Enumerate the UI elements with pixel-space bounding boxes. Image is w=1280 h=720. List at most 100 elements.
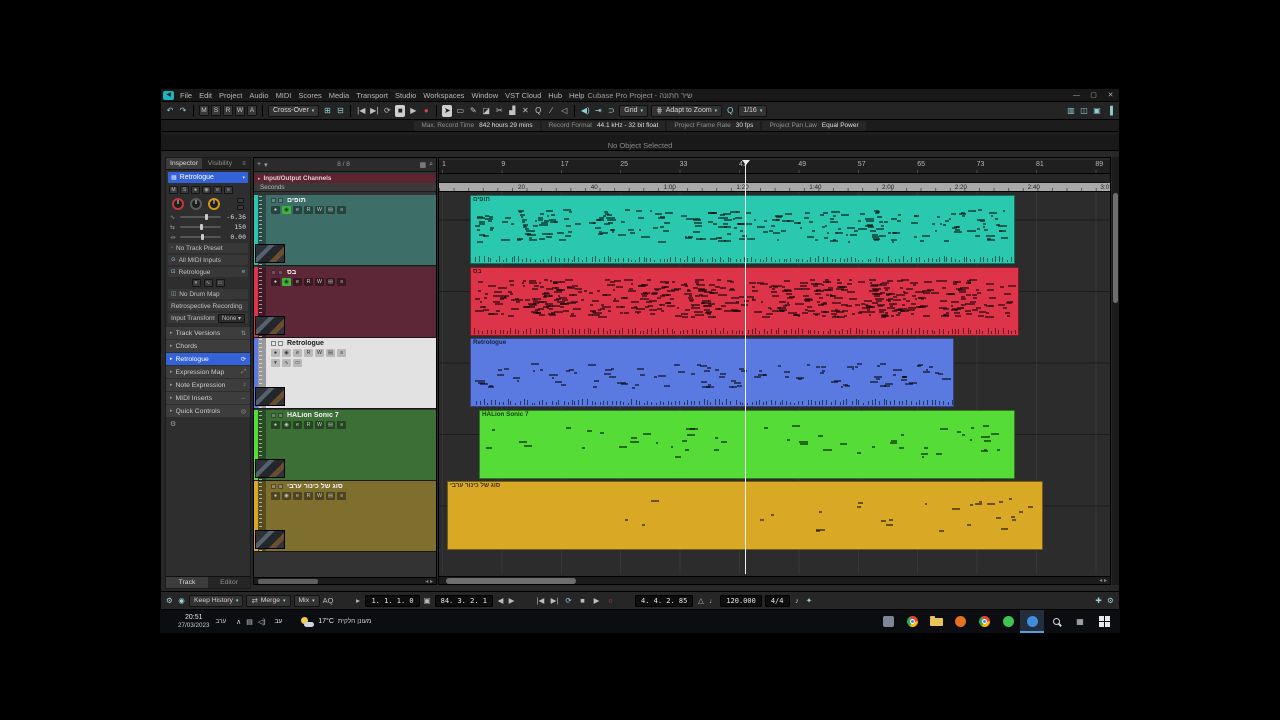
maximize-button[interactable]: ▢ — [1085, 89, 1102, 102]
grid-type-select[interactable]: Grid ▾ — [619, 104, 649, 117]
part-icon[interactable]: ▭ — [293, 359, 302, 367]
glue-tool-icon[interactable]: ▟ — [507, 105, 517, 117]
menu-file[interactable]: File — [180, 91, 192, 100]
bank-icon[interactable]: ▭ — [215, 279, 225, 287]
menu-studio[interactable]: Studio — [395, 91, 416, 100]
punch-mode-icon[interactable]: ◉ — [177, 596, 186, 605]
chrome-icon[interactable] — [972, 610, 996, 633]
line-tool-icon[interactable]: ∕ — [546, 105, 556, 117]
click-icon[interactable]: ♪ — [793, 596, 802, 605]
cycle-icon[interactable]: ⟳ — [382, 105, 392, 117]
inspector-section-midi-inserts[interactable]: ▸ MIDI Inserts → — [166, 392, 250, 404]
lock-icon[interactable]: ▣ — [423, 596, 432, 605]
snap-icon[interactable]: ⊃ — [606, 105, 616, 117]
menu-hub[interactable]: Hub — [548, 91, 562, 100]
read-icon[interactable]: R — [304, 492, 313, 500]
open-pool-icon[interactable]: ◫ — [1079, 105, 1089, 117]
monitor-icon[interactable]: ◉ — [282, 277, 291, 286]
play-icon[interactable]: ▶ — [408, 105, 418, 117]
h-zoom-icons[interactable]: ◂ ▸ — [1099, 577, 1107, 584]
marker-icon[interactable]: ⊟ — [335, 105, 345, 117]
toolbar-w-button[interactable]: W — [235, 105, 245, 116]
menu-help[interactable]: Help — [569, 91, 584, 100]
go-to-previous-marker-icon[interactable]: |◀ — [536, 596, 545, 605]
record-arm-icon[interactable]: ● — [271, 206, 280, 214]
audition-tool-icon[interactable]: ◁ — [559, 105, 569, 117]
menu-vst-cloud[interactable]: VST Cloud — [505, 91, 541, 100]
edit-channel-icon[interactable]: e — [293, 349, 302, 357]
speaker-icon[interactable]: ◀) — [580, 105, 590, 117]
undo-icon[interactable]: ↶ — [165, 105, 175, 117]
record-enable-icon[interactable]: ● — [191, 186, 200, 194]
record-arm-icon[interactable]: ● — [271, 420, 280, 429]
edge-icon[interactable] — [1020, 610, 1044, 633]
close-button[interactable]: ✕ — [1102, 89, 1119, 102]
record-icon[interactable]: ● — [421, 105, 431, 117]
midi-clip-retrologue[interactable]: Retrologue — [470, 338, 954, 407]
delay-slider[interactable] — [180, 234, 221, 240]
lane-icon[interactable]: ▤ — [326, 206, 335, 214]
inspector-section-expression-map[interactable]: ▸ Expression Map ⤢ — [166, 366, 250, 378]
menu-window[interactable]: Window — [471, 91, 498, 100]
quantize-icon[interactable]: Q — [725, 105, 735, 117]
monitor-icon[interactable]: ◉ — [202, 186, 211, 194]
language-indicator[interactable]: עב — [272, 617, 286, 626]
track-row-2[interactable]: בס ● ◉ e R W ▤ ≡ — [254, 266, 436, 338]
track-list-scrollbar[interactable]: ◂ ▸ — [254, 577, 436, 585]
tab-editor[interactable]: Editor — [208, 577, 250, 588]
go-to-start-icon[interactable]: |◀ — [356, 105, 366, 117]
bar-ruler[interactable]: 1917253341495765738189 — [439, 160, 1110, 174]
tab-visibility[interactable]: Visibility — [202, 158, 238, 169]
search-icon[interactable] — [1044, 610, 1068, 633]
right-zone-icon[interactable]: ▐ — [1105, 105, 1115, 117]
inspector-section-note-expression[interactable]: ▸ Note Expression ♪ — [166, 379, 250, 391]
go-to-end-icon[interactable]: ▶| — [369, 105, 379, 117]
erase-tool-icon[interactable]: ◪ — [481, 105, 491, 117]
instrument-thumbnail[interactable] — [255, 315, 285, 335]
menu-audio[interactable]: Audio — [249, 91, 268, 100]
info-record-format[interactable]: Record Format 44.1 kHz - 32 bit float — [541, 120, 666, 131]
midi-input-row[interactable]: ⊙ All MIDI Inputs — [168, 255, 248, 265]
record-arm-icon[interactable]: ● — [271, 349, 280, 357]
stop-icon[interactable]: ■ — [395, 104, 406, 117]
track-lock-checkbox[interactable] — [278, 341, 283, 346]
track-row-4[interactable]: HALion Sonic 7 ● ◉ e R W ▤ ≡ — [254, 409, 436, 481]
track-enable-checkbox[interactable] — [271, 341, 276, 346]
track-lock-checkbox[interactable] — [278, 198, 283, 203]
inspector-gear-icon[interactable]: ⚙ — [166, 417, 250, 431]
menu-icon[interactable]: ≡ — [337, 349, 346, 357]
info-max-record-time[interactable]: Max. Record Time 842 hours 29 mins — [414, 120, 540, 131]
lane-icon[interactable]: ▤ — [326, 492, 335, 500]
menu-transport[interactable]: Transport — [356, 91, 388, 100]
toolbar-r-button[interactable]: R — [223, 105, 233, 116]
setup-window-layout-icon[interactable]: ▥ — [1066, 105, 1076, 117]
taskbar-clock[interactable]: 20:51 27/03/2023 — [178, 614, 210, 630]
grid-zoom-select[interactable]: ⋕ Adapt to Zoom ▾ — [651, 104, 723, 117]
write-icon[interactable]: W — [315, 492, 324, 500]
retrospective-record-row[interactable]: Retrospective Recording — [168, 301, 248, 311]
file-explorer-icon[interactable] — [924, 610, 948, 633]
edit-channel-icon[interactable]: e — [293, 420, 302, 429]
toolbar-a-button[interactable]: A — [247, 105, 257, 116]
redo-icon[interactable]: ↷ — [178, 105, 188, 117]
exclusive-expanded-icon[interactable]: ⚙ — [165, 596, 174, 605]
automation-panel-icon[interactable]: ⊞ — [322, 105, 332, 117]
volume-icon[interactable]: ◁) — [258, 618, 266, 626]
menu-midi[interactable]: MIDI — [276, 91, 292, 100]
quantize-select[interactable]: 1/16 ▾ — [738, 104, 768, 117]
locator-duration-display[interactable]: 4. 4. 2. 85 — [634, 594, 694, 607]
secondary-position-display[interactable]: 84. 3. 2. 1 — [434, 594, 493, 607]
track-lock-checkbox[interactable] — [278, 412, 283, 418]
history-select[interactable]: Keep History ▾ — [189, 594, 244, 607]
menu-icon[interactable]: ≡ — [337, 420, 346, 429]
menu-edit[interactable]: Edit — [199, 91, 212, 100]
pan-slider[interactable] — [180, 224, 221, 230]
write-icon[interactable]: W — [315, 277, 324, 286]
edit-channel-icon[interactable]: e — [293, 492, 302, 500]
track-row-5[interactable]: סוג של כינור ערבי ● ◉ e R W ▤ ≡ — [254, 481, 436, 552]
menu-workspaces[interactable]: Workspaces — [423, 91, 464, 100]
taskbar-weather[interactable]: 17°C מעונן חלקית — [301, 616, 371, 627]
go-to-next-marker-icon[interactable]: ▶| — [550, 596, 559, 605]
inspector-section-track-versions[interactable]: ▸ Track Versions ⇅ — [166, 327, 250, 339]
nudge-right-icon[interactable]: ▶ — [507, 596, 516, 605]
